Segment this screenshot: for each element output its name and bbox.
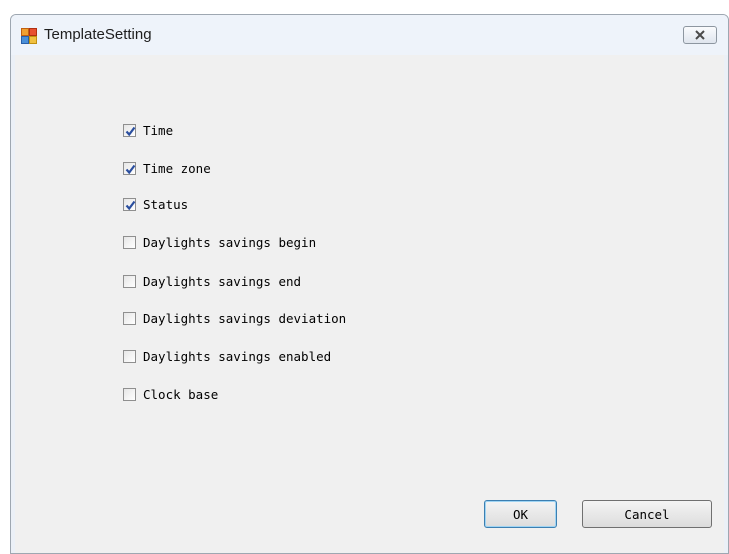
- option-daylights-savings-enabled[interactable]: Daylights savings enabled: [123, 347, 331, 365]
- checkbox[interactable]: [123, 197, 136, 211]
- cancel-button[interactable]: Cancel: [582, 500, 712, 528]
- ok-button[interactable]: OK: [484, 500, 557, 528]
- checkbox[interactable]: [123, 235, 136, 249]
- dialog-client-area: Time Time zone Status Daylights savings …: [15, 55, 724, 553]
- checkbox[interactable]: [123, 349, 136, 363]
- checkbox-label: Time: [143, 122, 174, 138]
- checkbox[interactable]: [123, 387, 136, 401]
- checkbox-label: Clock base: [143, 386, 219, 402]
- checkbox-label: Daylights savings begin: [143, 234, 317, 250]
- title-bar[interactable]: TemplateSetting: [11, 15, 728, 55]
- app-window-icon: [21, 28, 37, 44]
- option-daylights-savings-end[interactable]: Daylights savings end: [123, 272, 301, 290]
- checkbox[interactable]: [123, 161, 136, 175]
- checkbox[interactable]: [123, 274, 136, 288]
- close-x-icon: [695, 30, 705, 40]
- check-mark-icon: [125, 164, 136, 174]
- template-setting-dialog: TemplateSetting Time Time zone Status Da…: [10, 14, 729, 554]
- option-daylights-savings-deviation[interactable]: Daylights savings deviation: [123, 309, 346, 327]
- window-title: TemplateSetting: [44, 26, 152, 43]
- checkbox-label: Daylights savings enabled: [143, 348, 332, 364]
- option-status[interactable]: Status: [123, 195, 188, 213]
- option-daylights-savings-begin[interactable]: Daylights savings begin: [123, 233, 316, 251]
- option-time-zone[interactable]: Time zone: [123, 159, 211, 177]
- checkbox-label: Status: [143, 196, 189, 212]
- checkbox[interactable]: [123, 123, 136, 137]
- checkbox-label: Daylights savings end: [143, 273, 302, 289]
- checkbox-label: Time zone: [143, 160, 211, 176]
- option-time[interactable]: Time: [123, 121, 173, 139]
- check-mark-icon: [125, 126, 136, 136]
- option-clock-base[interactable]: Clock base: [123, 385, 218, 403]
- check-mark-icon: [125, 200, 136, 210]
- close-button[interactable]: [683, 26, 717, 44]
- checkbox[interactable]: [123, 311, 136, 325]
- checkbox-label: Daylights savings deviation: [143, 310, 347, 326]
